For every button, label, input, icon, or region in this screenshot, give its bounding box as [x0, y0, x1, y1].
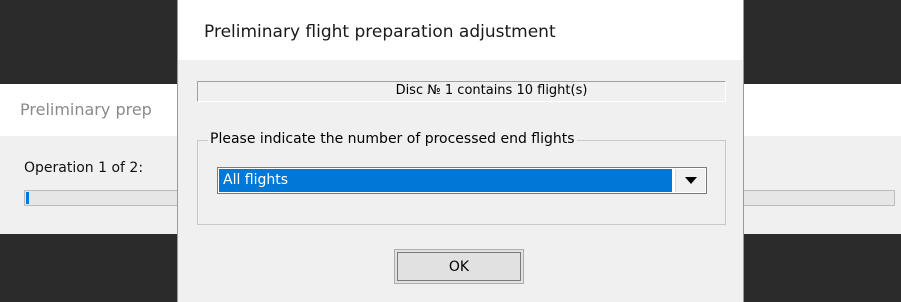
progress-bar-fill: [26, 192, 29, 204]
flights-groupbox: Please indicate the number of processed …: [197, 131, 726, 225]
dialog-titlebar: Preliminary flight preparation adjustmen…: [178, 0, 743, 60]
background-window-title: Preliminary prep: [20, 100, 152, 119]
flights-dropdown[interactable]: All flights: [217, 167, 707, 194]
dialog-title: Preliminary flight preparation adjustmen…: [204, 22, 556, 42]
dropdown-button[interactable]: [675, 169, 705, 192]
chevron-down-icon: [685, 177, 697, 184]
groupbox-label: Please indicate the number of processed …: [208, 131, 577, 147]
flights-dropdown-value: All flights: [219, 169, 672, 192]
ok-button[interactable]: OK: [394, 249, 524, 284]
operation-label: Operation 1 of 2:: [24, 160, 144, 176]
disc-info-label: Disc № 1 contains 10 flight(s): [197, 81, 726, 102]
preparation-dialog: Preliminary flight preparation adjustmen…: [177, 0, 744, 302]
